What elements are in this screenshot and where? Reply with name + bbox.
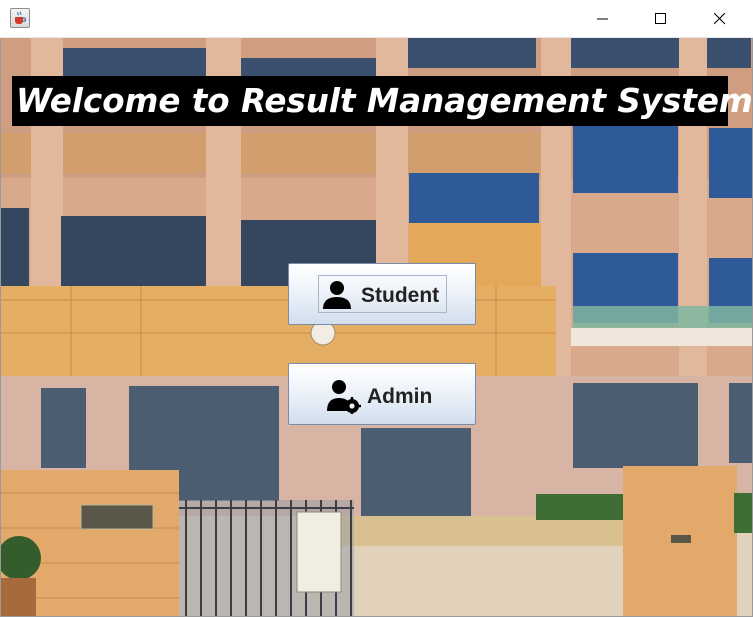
- minimize-button[interactable]: [580, 0, 626, 38]
- student-button-label: Student: [361, 284, 440, 307]
- java-cup-icon[interactable]: [10, 8, 30, 28]
- close-button[interactable]: [697, 0, 743, 38]
- window-title-bar: [0, 0, 753, 38]
- close-icon: [714, 13, 726, 25]
- welcome-heading: Welcome to Result Management System: [12, 76, 753, 126]
- user-icon: [323, 281, 351, 309]
- minimize-icon: [597, 18, 608, 20]
- admin-button[interactable]: Admin: [288, 363, 476, 425]
- admin-button-label: Admin: [367, 385, 433, 408]
- student-button[interactable]: Student: [288, 263, 476, 325]
- user-settings-icon: [327, 380, 361, 414]
- maximize-button[interactable]: [638, 0, 684, 38]
- maximize-icon: [655, 13, 666, 24]
